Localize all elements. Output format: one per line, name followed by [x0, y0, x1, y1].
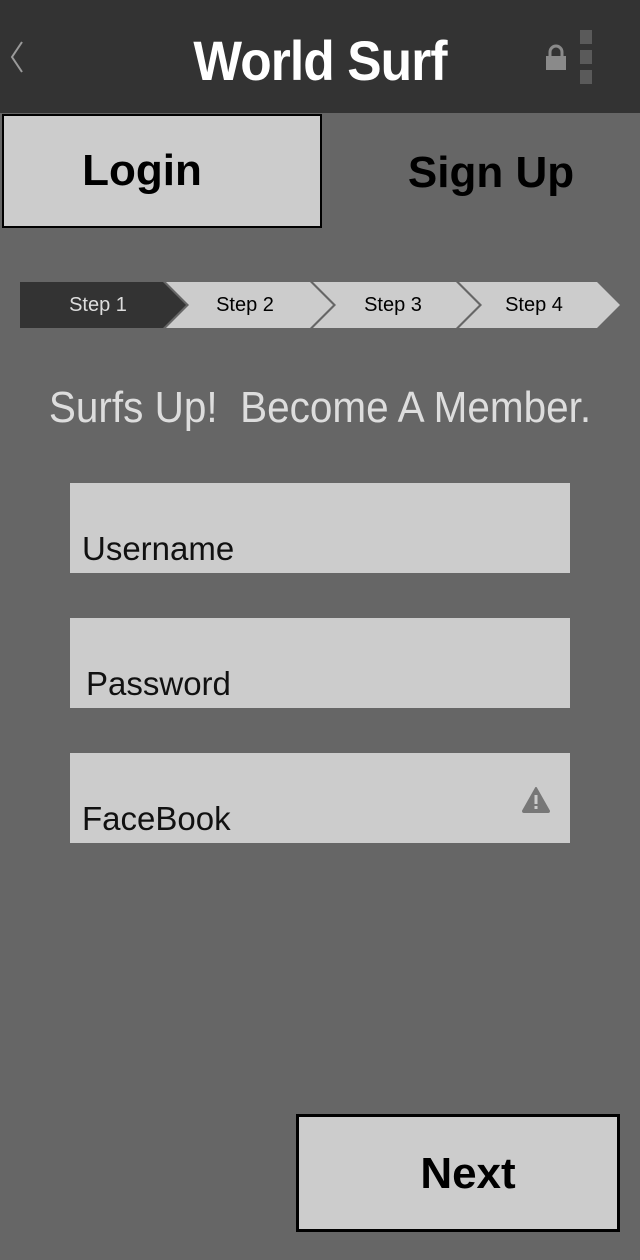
app-title: World Surf — [193, 29, 447, 92]
more-vertical-icon[interactable] — [580, 30, 594, 84]
facebook-label: FaceBook — [82, 800, 231, 837]
step-3-label[interactable]: Step 3 — [318, 282, 468, 328]
tab-login-label: Login — [82, 146, 202, 195]
step-progress: Step 1 Step 2 Step 3 Step 4 — [20, 282, 620, 328]
password-label: Password — [86, 665, 231, 702]
step-2-label[interactable]: Step 2 — [170, 282, 320, 328]
next-button-label: Next — [420, 1149, 516, 1198]
lock-icon[interactable] — [544, 44, 568, 72]
step-1-label[interactable]: Step 1 — [20, 282, 176, 328]
warning-icon — [522, 787, 550, 813]
username-field[interactable]: Username — [70, 483, 570, 573]
tab-signup-label: Sign Up — [407, 148, 575, 197]
tab-login[interactable]: Login — [2, 114, 322, 228]
app-bar: World Surf — [0, 0, 640, 113]
signup-headline: Surfs Up! Become A Member. — [48, 383, 592, 432]
password-field[interactable]: Password — [70, 618, 570, 708]
username-label: Username — [82, 530, 235, 567]
next-button[interactable]: Next — [296, 1114, 620, 1232]
step-4-label[interactable]: Step 4 — [464, 282, 604, 328]
tab-signup[interactable]: Sign Up — [322, 114, 640, 224]
facebook-field[interactable]: FaceBook — [70, 753, 570, 843]
back-icon[interactable] — [8, 40, 26, 74]
